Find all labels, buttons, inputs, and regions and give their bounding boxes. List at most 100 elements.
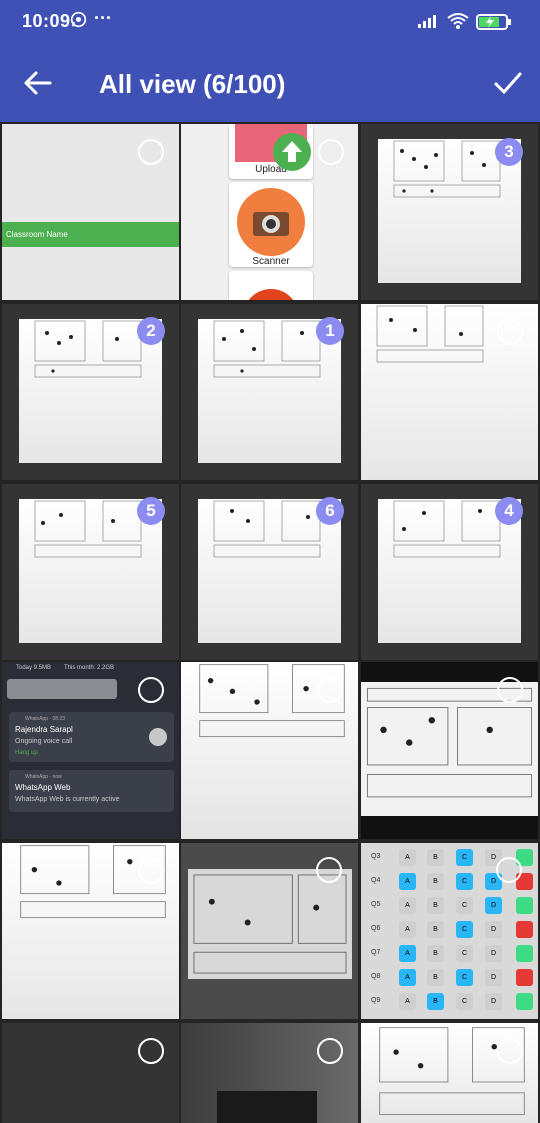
- grid-tile[interactable]: [361, 1023, 538, 1123]
- scanner-label: Scanner: [252, 256, 290, 267]
- notif-month: This month: 2.2GB: [64, 665, 115, 671]
- answer-choice: A: [399, 945, 416, 962]
- answer-choice: C: [456, 849, 473, 866]
- notif-hangup: Hang up: [15, 750, 38, 756]
- answer-q: Q6: [371, 925, 381, 932]
- selection-circle[interactable]: [497, 677, 523, 703]
- selection-number-badge[interactable]: 4: [495, 497, 523, 525]
- answer-row: Q9 A B C D: [361, 993, 538, 1014]
- answer-mark: [516, 969, 533, 986]
- answer-choice: C: [456, 969, 473, 986]
- card-partial-icon: [243, 289, 299, 300]
- grid-tile[interactable]: Upload Scanner: [181, 124, 358, 300]
- omr-grid: [393, 140, 501, 198]
- selection-circle[interactable]: [317, 1038, 343, 1064]
- notif-web-msg: WhatsApp Web is currently active: [15, 796, 120, 803]
- answer-choice: B: [427, 993, 444, 1010]
- answer-mark: [516, 945, 533, 962]
- answer-choice: C: [456, 993, 473, 1010]
- selection-circle[interactable]: [497, 319, 523, 345]
- answer-choice: C: [456, 873, 473, 890]
- answer-choice: B: [427, 945, 444, 962]
- grid-tile[interactable]: Classroom Name: [2, 124, 179, 300]
- classroom-bar: Classroom Name: [2, 222, 179, 247]
- selection-circle[interactable]: [317, 677, 343, 703]
- grid-tile[interactable]: 5: [2, 484, 179, 660]
- selection-number-badge[interactable]: 1: [316, 317, 344, 345]
- grid-tile[interactable]: [181, 843, 358, 1019]
- grid-tile[interactable]: 4: [361, 484, 538, 660]
- selection-circle[interactable]: [316, 857, 342, 883]
- answer-row: Q7 A B C D: [361, 945, 538, 966]
- page-title: All view (6/100): [99, 69, 286, 99]
- upload-arrow-icon: [273, 133, 311, 171]
- notif-bright-bar: [7, 679, 117, 699]
- answer-row: Q8 A B C D: [361, 969, 538, 990]
- status-bar: 10:09 ···: [0, 0, 540, 44]
- answer-choice: B: [427, 897, 444, 914]
- grid-tile[interactable]: Q3 A B C D Q4 A B C D Q5 A B C D Q6 A B …: [361, 843, 538, 1019]
- omr-grid: [393, 500, 501, 558]
- grid-tile[interactable]: [181, 1023, 358, 1123]
- back-arrow-icon[interactable]: [22, 69, 54, 97]
- answer-row: Q6 A B C D: [361, 921, 538, 942]
- answer-q: Q3: [371, 853, 381, 860]
- scanner-card: Scanner: [229, 182, 313, 267]
- selection-circle[interactable]: [138, 858, 164, 884]
- answer-choice: C: [456, 897, 473, 914]
- notif-card-web: WhatsApp · now WhatsApp Web WhatsApp Web…: [9, 770, 174, 812]
- grid-tile[interactable]: Today 9.5MB This month: 2.2GB WhatsApp ·…: [2, 662, 179, 839]
- grid-tile[interactable]: 2: [2, 304, 179, 480]
- grid-tile[interactable]: [361, 304, 538, 480]
- answer-q: Q9: [371, 997, 381, 1004]
- answer-choice: D: [485, 921, 502, 938]
- grid-tile[interactable]: 6: [181, 484, 358, 660]
- answer-choice: B: [427, 849, 444, 866]
- answer-mark: [516, 921, 533, 938]
- selection-number-badge[interactable]: 6: [316, 497, 344, 525]
- answer-mark: [516, 993, 533, 1010]
- notif-call-status: Ongoing voice call: [15, 738, 73, 745]
- selection-circle[interactable]: [318, 139, 344, 165]
- answer-choice: A: [399, 897, 416, 914]
- signal-icon: [418, 15, 436, 28]
- avatar: [149, 728, 167, 746]
- notif-app2: WhatsApp · now: [25, 774, 62, 780]
- grid-tile[interactable]: 1: [181, 304, 358, 480]
- grid-tile[interactable]: [2, 843, 179, 1019]
- grid-tile[interactable]: [181, 662, 358, 839]
- grid-tile[interactable]: 3: [361, 124, 538, 300]
- selection-circle[interactable]: [496, 857, 522, 883]
- omr-grid: [213, 320, 321, 378]
- selection-number-badge[interactable]: 5: [137, 497, 165, 525]
- answer-q: Q8: [371, 973, 381, 980]
- image-grid: Classroom Name Upload Scanner 3 2 1 5 6 …: [0, 122, 540, 1123]
- wifi-icon: [447, 13, 469, 29]
- selection-number-badge[interactable]: 3: [495, 138, 523, 166]
- omr-grid: [213, 500, 321, 558]
- answer-q: Q4: [371, 877, 381, 884]
- omr-grid: [376, 305, 484, 363]
- card-partial: [229, 271, 313, 300]
- selection-number-badge[interactable]: 2: [137, 317, 165, 345]
- confirm-check-icon[interactable]: [492, 68, 524, 98]
- selection-circle[interactable]: [138, 139, 164, 165]
- answer-choice: A: [399, 969, 416, 986]
- grid-tile[interactable]: [2, 1023, 179, 1123]
- omr-grid: [193, 874, 347, 974]
- notif-card-call: WhatsApp · 08:23 Rajendra Sarapl Ongoing…: [9, 712, 174, 762]
- omr-sheet-photo: [188, 869, 352, 979]
- selection-circle[interactable]: [138, 1038, 164, 1064]
- grid-tile[interactable]: [361, 662, 538, 839]
- answer-choice: C: [456, 945, 473, 962]
- more-notifications-icon: ···: [94, 8, 112, 28]
- camera-icon: [237, 188, 305, 256]
- answer-choice: D: [485, 945, 502, 962]
- answer-choice: D: [485, 969, 502, 986]
- answer-choice: B: [427, 969, 444, 986]
- answer-q: Q7: [371, 949, 381, 956]
- selection-circle[interactable]: [497, 1038, 523, 1064]
- notif-app1: WhatsApp · 08:23: [25, 716, 66, 722]
- selection-circle[interactable]: [138, 677, 164, 703]
- answer-choice: A: [399, 993, 416, 1010]
